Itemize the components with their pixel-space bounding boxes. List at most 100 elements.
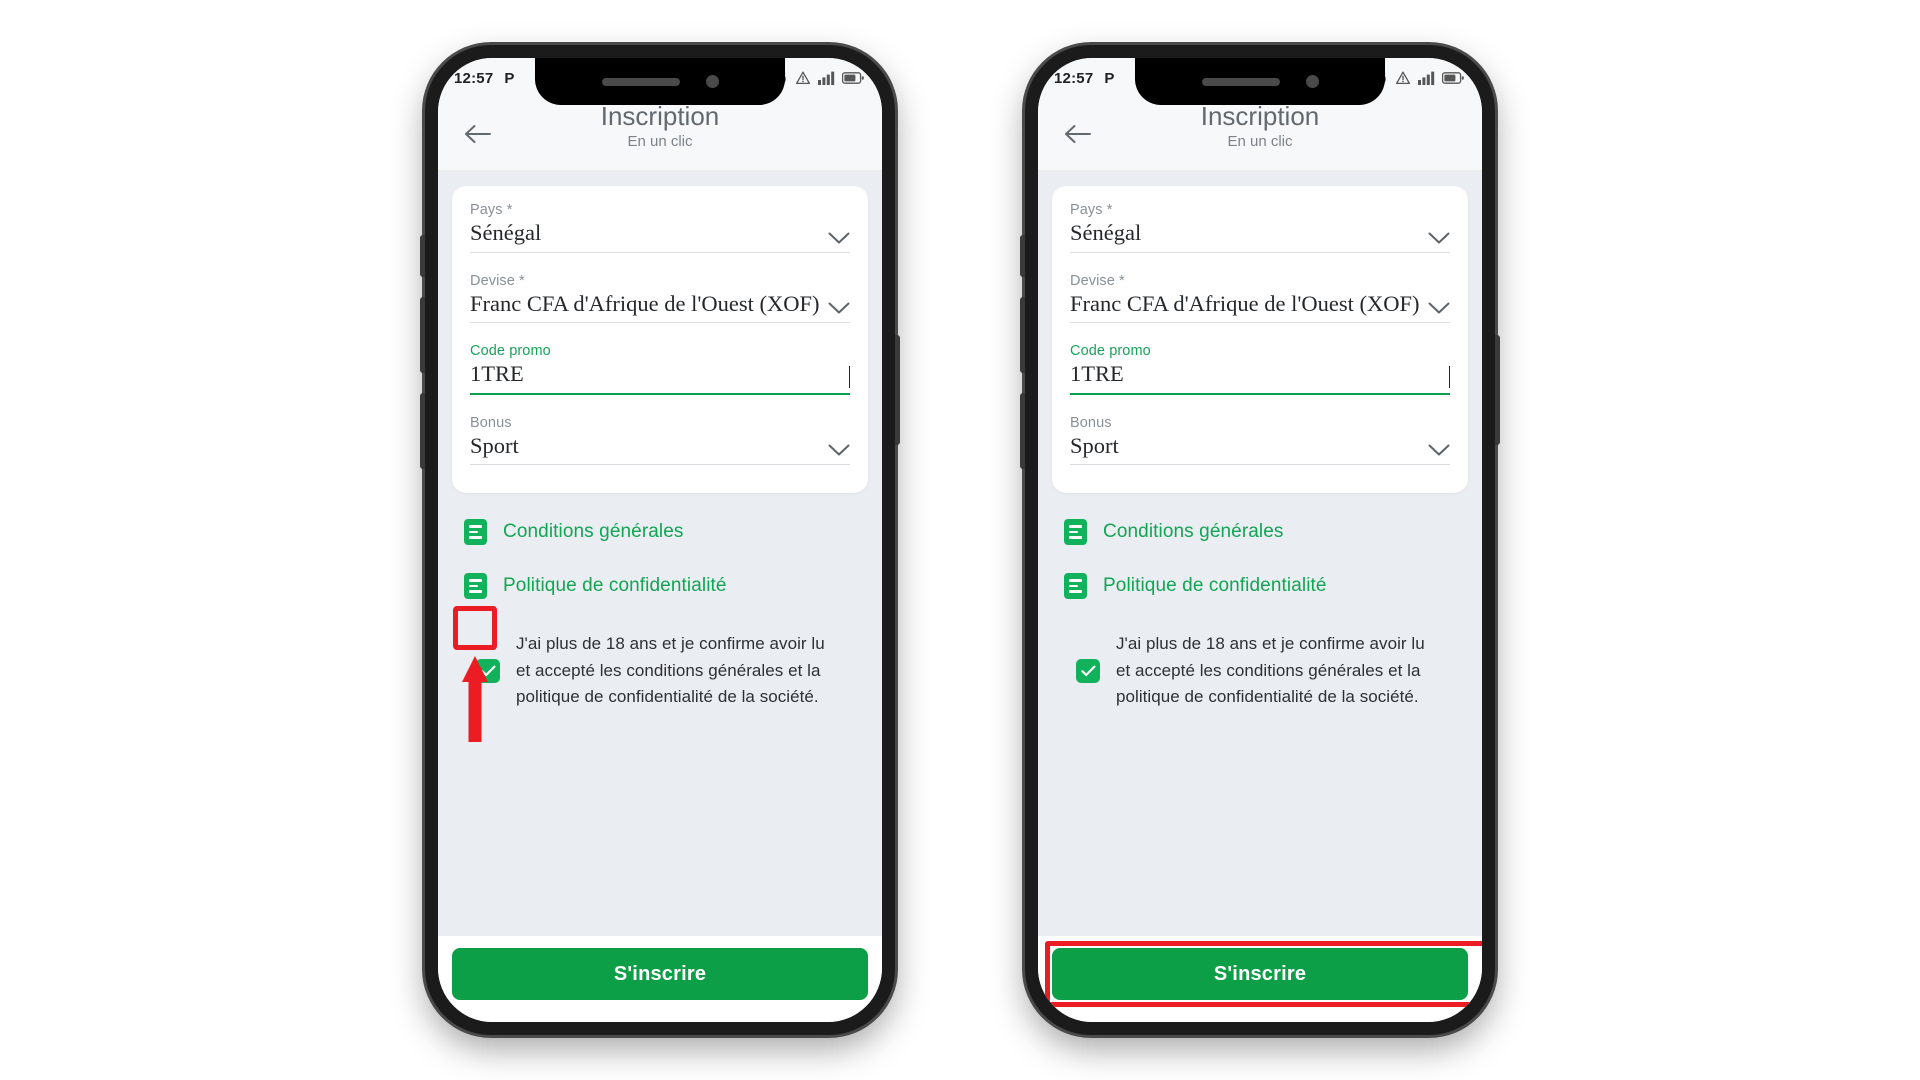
volume-up-button[interactable]	[420, 297, 425, 373]
field-control-code-promo[interactable]: 1TRE	[470, 361, 850, 395]
app-bar: Inscription En un clic	[438, 98, 882, 170]
field-label-bonus: Bonus	[470, 414, 512, 431]
link-politique-confidentialite[interactable]: Politique de confidentialité	[464, 573, 858, 600]
front-camera	[1305, 75, 1319, 88]
document-icon	[1064, 573, 1087, 600]
field-control-devise[interactable]: Franc CFA d'Afrique de l'Ouest (XOF)	[1070, 291, 1450, 324]
network-badge: P	[1104, 69, 1115, 87]
field-label-pays: Pays *	[1070, 202, 1113, 218]
footer-left: S'inscrire	[438, 936, 882, 1022]
code-promo-input[interactable]: 1TRE	[1070, 361, 1124, 388]
volume-down-button[interactable]	[1020, 393, 1025, 469]
form-body: Pays * Sénégal Devise * Franc CFA d'Afri…	[438, 170, 882, 936]
link-conditions-generales[interactable]: Conditions générales	[464, 519, 858, 546]
field-value-devise: Franc CFA d'Afrique de l'Ouest (XOF)	[470, 290, 820, 316]
field-value-pays: Sénégal	[1070, 220, 1142, 245]
consent-row: J'ai plus de 18 ans et je confirme avoir…	[464, 627, 858, 711]
link-label-conditions: Conditions générales	[1103, 521, 1284, 543]
chevron-down-icon	[1428, 302, 1450, 314]
consent-text: J'ai plus de 18 ans et je confirme avoir…	[516, 634, 825, 707]
signal-icon	[818, 71, 835, 85]
page-subtitle: En un clic	[627, 132, 693, 150]
earpiece-speaker	[1201, 77, 1280, 86]
field-bonus: Bonus Sport	[1070, 415, 1450, 480]
submit-button[interactable]: S'inscrire	[452, 948, 868, 1000]
app-bar-titles: Inscription En un clic	[1038, 101, 1482, 150]
legal-links: Conditions générales Politique de confid…	[452, 493, 868, 711]
status-bar-left: 12:57 P	[1054, 70, 1114, 87]
back-button[interactable]	[1058, 114, 1098, 154]
text-cursor	[848, 365, 850, 388]
page-title: Inscription	[1200, 101, 1320, 131]
field-pays: Pays * Sénégal	[470, 202, 850, 267]
field-label-code-promo: Code promo	[470, 343, 551, 360]
field-label-devise: Devise *	[470, 272, 525, 289]
field-value-devise: Franc CFA d'Afrique de l'Ouest (XOF)	[1070, 290, 1420, 316]
back-arrow-icon	[1065, 125, 1091, 143]
document-icon	[464, 573, 487, 600]
link-label-conditions: Conditions générales	[503, 521, 684, 543]
field-code-promo: Code promo 1TRE	[470, 343, 850, 409]
power-button[interactable]	[1495, 335, 1500, 445]
notch	[535, 58, 785, 105]
screenshot-stage: 12:57 P Inscription En un clic Pays * Sé…	[0, 0, 1920, 1080]
field-control-pays[interactable]: Sénégal	[1070, 220, 1450, 253]
form-body: Pays * Sénégal Devise * Franc CFA d'Afri…	[1038, 170, 1482, 936]
check-icon	[480, 665, 495, 677]
link-label-politique: Politique de confidentialité	[1103, 575, 1327, 597]
consent-checkbox[interactable]	[476, 659, 500, 684]
field-control-devise[interactable]: Franc CFA d'Afrique de l'Ouest (XOF)	[470, 291, 850, 324]
notch	[1135, 58, 1385, 105]
page-title: Inscription	[600, 101, 720, 131]
link-politique-confidentialite[interactable]: Politique de confidentialité	[1064, 573, 1458, 600]
field-label-code-promo: Code promo	[1070, 343, 1151, 360]
field-label-bonus: Bonus	[1070, 414, 1112, 431]
field-bonus: Bonus Sport	[470, 415, 850, 480]
warning-icon	[1395, 71, 1411, 85]
battery-icon	[1442, 72, 1464, 84]
page-subtitle: En un clic	[1227, 132, 1293, 150]
power-button[interactable]	[895, 335, 900, 445]
signal-icon	[1418, 71, 1435, 85]
chevron-down-icon	[828, 444, 850, 456]
chevron-down-icon	[828, 302, 850, 314]
registration-card: Pays * Sénégal Devise * Franc CFA d'Afri…	[452, 186, 868, 494]
field-label-pays: Pays *	[470, 202, 513, 218]
footer-right: S'inscrire	[1038, 936, 1482, 1022]
legal-links: Conditions générales Politique de confid…	[1052, 493, 1468, 711]
consent-checkbox[interactable]	[1076, 659, 1100, 684]
volume-down-button[interactable]	[420, 393, 425, 469]
field-devise: Devise * Franc CFA d'Afrique de l'Ouest …	[1070, 273, 1450, 338]
consent-text: J'ai plus de 18 ans et je confirme avoir…	[1116, 634, 1425, 707]
chevron-down-icon	[1428, 444, 1450, 456]
link-conditions-generales[interactable]: Conditions générales	[1064, 519, 1458, 546]
check-icon	[1080, 665, 1095, 677]
field-control-code-promo[interactable]: 1TRE	[1070, 361, 1450, 395]
status-bar-left: 12:57 P	[454, 70, 514, 87]
document-icon	[464, 519, 487, 546]
earpiece-speaker	[601, 77, 680, 86]
code-promo-input[interactable]: 1TRE	[470, 361, 524, 388]
back-arrow-icon	[465, 125, 491, 143]
field-value-bonus: Sport	[470, 432, 519, 458]
field-value-pays: Sénégal	[470, 220, 542, 245]
field-control-bonus[interactable]: Sport	[1070, 433, 1450, 466]
status-time: 12:57	[454, 69, 494, 87]
submit-button[interactable]: S'inscrire	[1052, 948, 1468, 1000]
back-button[interactable]	[458, 114, 498, 154]
link-label-politique: Politique de confidentialité	[503, 575, 727, 597]
consent-row: J'ai plus de 18 ans et je confirme avoir…	[1064, 627, 1458, 711]
registration-card: Pays * Sénégal Devise * Franc CFA d'Afri…	[1052, 186, 1468, 494]
network-badge: P	[504, 69, 515, 87]
field-control-bonus[interactable]: Sport	[470, 433, 850, 466]
phone-left: 12:57 P Inscription En un clic Pays * Sé…	[420, 45, 900, 1035]
phone-right: 12:57 P Inscription En un clic Pays * Sé…	[1020, 45, 1500, 1035]
warning-icon	[795, 71, 811, 85]
status-bar-right	[1372, 70, 1464, 86]
volume-up-button[interactable]	[1020, 297, 1025, 373]
phone-screen-left: 12:57 P Inscription En un clic Pays * Sé…	[438, 58, 882, 1022]
status-bar-right	[772, 70, 864, 86]
chevron-down-icon	[828, 232, 850, 244]
field-control-pays[interactable]: Sénégal	[470, 220, 850, 253]
field-value-bonus: Sport	[1070, 432, 1119, 458]
